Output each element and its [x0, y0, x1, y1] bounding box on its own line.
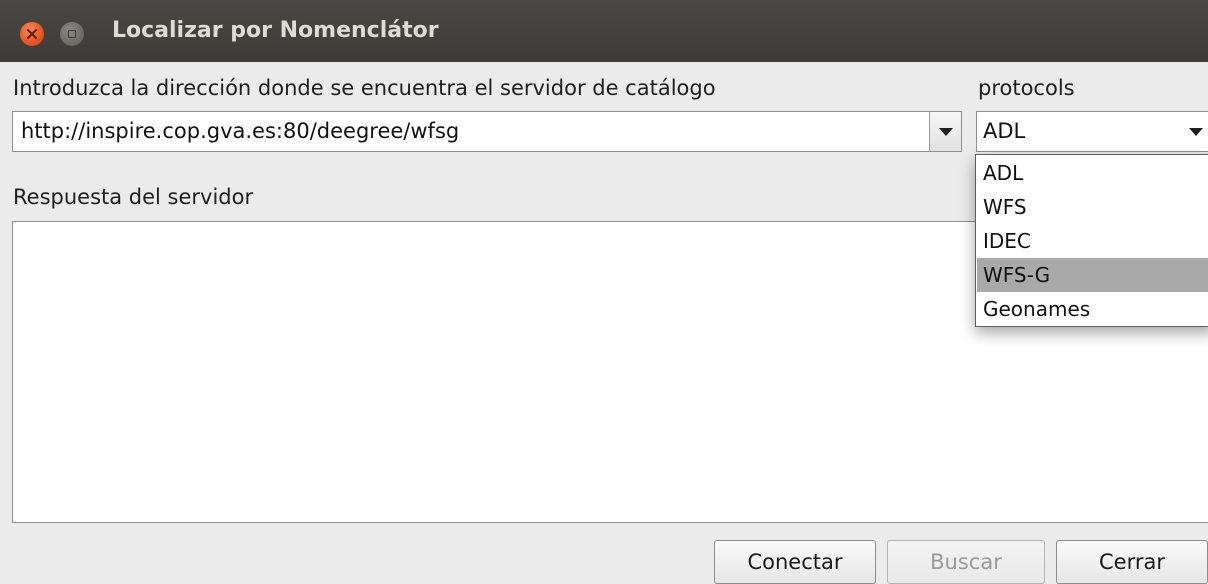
protocols-dropdown-list: ADL WFS IDEC WFS-G Geonames	[975, 154, 1208, 327]
response-label: Respuesta del servidor	[13, 185, 254, 209]
protocol-option-idec[interactable]: IDEC	[977, 224, 1208, 258]
window-title: Localizar por Nomenclátor	[112, 18, 439, 43]
protocols-combobox[interactable]: ADL	[976, 111, 1208, 152]
server-url-dropdown-button[interactable]	[929, 112, 961, 151]
connect-button[interactable]: Conectar	[714, 540, 876, 584]
minimize-window-icon[interactable]	[60, 22, 84, 46]
chevron-down-icon[interactable]	[1189, 128, 1203, 136]
protocol-option-wfs[interactable]: WFS	[977, 190, 1208, 224]
protocols-label: protocols	[978, 76, 1075, 100]
protocol-option-adl[interactable]: ADL	[977, 156, 1208, 190]
protocols-selected-value: ADL	[983, 119, 1026, 143]
search-button[interactable]: Buscar	[887, 540, 1045, 584]
server-url-label: Introduzca la dirección donde se encuent…	[13, 76, 716, 100]
protocol-option-wfs-g[interactable]: WFS-G	[977, 258, 1208, 292]
title-bar: Localizar por Nomenclátor	[0, 0, 1208, 62]
server-url-value[interactable]: http://inspire.cop.gva.es:80/deegree/wfs…	[21, 119, 459, 143]
close-button[interactable]: Cerrar	[1056, 540, 1208, 584]
protocol-option-geonames[interactable]: Geonames	[977, 292, 1208, 326]
server-url-combobox[interactable]: http://inspire.cop.gva.es:80/deegree/wfs…	[12, 111, 962, 152]
close-window-icon[interactable]	[20, 22, 44, 46]
chevron-down-icon	[939, 128, 953, 136]
